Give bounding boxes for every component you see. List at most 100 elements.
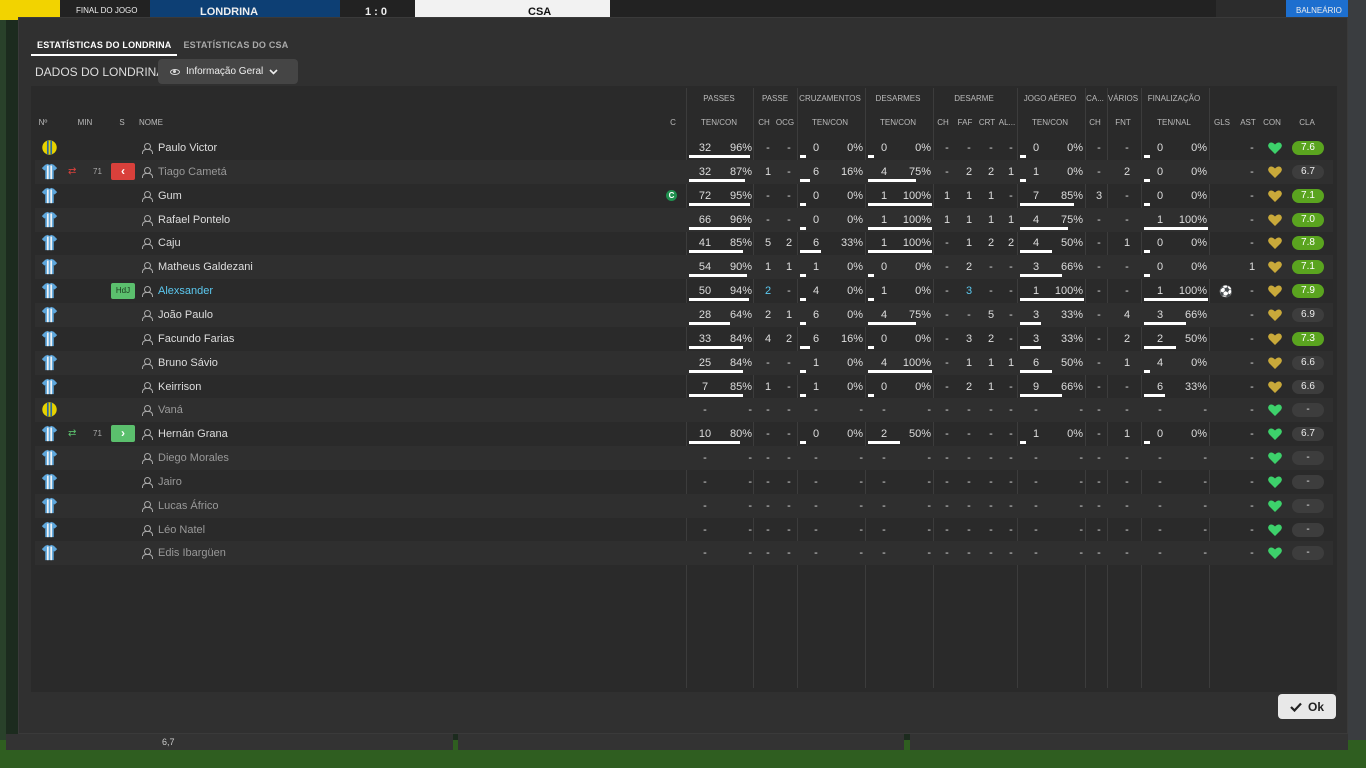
player-name[interactable]: João Paulo [158, 303, 458, 327]
player-name[interactable]: Facundo Farias [158, 327, 458, 351]
table-row[interactable]: Facundo Farias 33 84% 6 16% 0 0% 3 33% 2 50% 4 2-3 2-… [35, 327, 1333, 351]
table-row[interactable]: Matheus Galdezani 54 90% 1 0% 0 0% 3 66% 0 0% 1 1-2-… [35, 255, 1333, 280]
stat-cr-attempts: - [814, 547, 818, 560]
player-name[interactable]: Lucas Áfrico [158, 494, 458, 518]
table-row[interactable]: Jairo - - - - - - - - - - - - - - - - - - - - [35, 470, 1333, 494]
col-header-tackle-ch[interactable]: CH [934, 118, 952, 127]
stat-ae-attempts: 0 [1032, 142, 1040, 154]
player-name[interactable]: Edis Ibargüen [158, 541, 458, 565]
col-header-assists[interactable]: AST [1237, 118, 1259, 127]
stat-d-ch: - [945, 356, 949, 369]
stat-pass-percent: - [748, 452, 752, 465]
col-header-tackle-al[interactable]: AL... [997, 118, 1017, 127]
stat-d-crt: 2 [987, 332, 995, 345]
stat-ae-bar [1020, 226, 1068, 230]
stat-d-crt: - [989, 547, 993, 560]
table-row[interactable]: ⇄ 71 › Hernán Grana 10 80% 0 0% 2 50% 1 0% 0 0% - - - - - -… [35, 422, 1333, 446]
stat-p-ocg: 2 [785, 332, 793, 345]
player-name[interactable]: Keirrison [158, 375, 458, 399]
col-header-min[interactable]: MIN [75, 118, 95, 127]
stat-d-al: 1 [1007, 356, 1015, 369]
player-name[interactable]: Diego Morales [158, 446, 458, 470]
stat-d-ch: - [945, 452, 949, 465]
player-name[interactable]: Rafael Pontelo [158, 208, 458, 232]
condition-heart-icon [1268, 309, 1282, 321]
ok-button[interactable]: Ok [1278, 694, 1336, 719]
view-dropdown[interactable]: Informação Geral [158, 59, 298, 84]
stat-sh-percent: - [1203, 452, 1207, 465]
stat-d-al: - [1009, 308, 1013, 321]
player-name[interactable]: Léo Natel [158, 518, 458, 542]
table-row[interactable]: Gum C 72 95% 0 0% 1 100% 7 85% 0 0% - -1 1 1-3- -7.1 [35, 184, 1333, 208]
col-header-pass-ocg[interactable]: OCG [774, 118, 796, 127]
stat-sh-attempts: 0 [1156, 165, 1164, 178]
table-row[interactable]: Paulo Victor 32 96% 0 0% 0 0% 0 0% 0 0% - - - - - - - - -7.… [35, 136, 1333, 160]
player-name[interactable]: Vaná [158, 398, 458, 422]
stat-d-al: - [1009, 428, 1013, 441]
player-name[interactable]: Alexsander [158, 279, 458, 303]
player-name[interactable]: Gum [158, 184, 458, 208]
player-name[interactable]: Matheus Galdezani [158, 255, 458, 279]
locker-room-label[interactable]: BALNEÁRIO [1296, 6, 1342, 15]
player-profile-icon [142, 453, 153, 465]
col-header-number[interactable]: Nº [36, 118, 50, 127]
player-name[interactable]: Tiago Cametá [158, 160, 458, 184]
col-header-pass-ch[interactable]: CH [755, 118, 773, 127]
stat-p-ch: 2 [764, 308, 772, 321]
tab-csa-stats[interactable]: ESTATÍSTICAS DO CSA [177, 36, 294, 56]
col-header-fnt[interactable]: FNT [1111, 118, 1135, 127]
stat-fnt: - [1125, 523, 1129, 536]
outfield-kit-icon [41, 473, 58, 490]
player-name[interactable]: Bruno Sávio [158, 351, 458, 375]
table-row[interactable]: Léo Natel - - - - - - - - - - - - - - - - - - - - [35, 518, 1333, 542]
col-header-c[interactable]: C [668, 118, 678, 127]
tab-londrina-stats[interactable]: ESTATÍSTICAS DO LONDRINA [31, 36, 178, 56]
table-row[interactable]: Diego Morales - - - - - - - - - - - - - - - - - - - - [35, 446, 1333, 471]
stat-cr-bar [800, 202, 806, 206]
table-row[interactable]: Lucas Áfrico - - - - - - - - - - - - - - - - - - - - [35, 493, 1333, 518]
col-header-s[interactable]: S [117, 118, 127, 127]
stat-fnt: - [1125, 380, 1129, 393]
table-row[interactable]: Caju 41 85% 6 33% 1 100% 4 50% 0 0% 5 2-1 2 2-1-7.8 [35, 231, 1333, 255]
table-row[interactable]: Keirrison 7 85% 1 0% 0 0% 9 66% 6 33% 1- -2 1- - - -6.6 [35, 375, 1333, 399]
table-row[interactable]: Vaná - - - - - - - - - - - - - - - - - - - - [35, 398, 1333, 423]
stat-ast: - [1250, 189, 1254, 202]
stat-tk-attempts: - [882, 499, 886, 512]
player-profile-icon [142, 333, 153, 345]
col-header-passes[interactable]: TEN/CON [686, 118, 752, 127]
stat-p-ocg: - [787, 356, 791, 369]
outfield-kit-icon [41, 187, 58, 203]
stat-tk-bar [868, 321, 916, 325]
col-header-shots[interactable]: TEN/NAL [1141, 118, 1207, 127]
stat-ae-percent: 0% [1067, 165, 1083, 178]
col-header-goals[interactable]: GLS [1211, 118, 1233, 127]
player-name[interactable]: Caju [158, 231, 458, 255]
stat-tk-attempts: - [882, 475, 886, 488]
player-profile-icon [142, 405, 153, 417]
table-row[interactable]: Edis Ibargüen - - - - - - - - - - - - - - - - - - - - [35, 541, 1333, 566]
player-name[interactable]: Hernán Grana [158, 422, 458, 446]
col-header-tackle-faf[interactable]: FAF [954, 118, 976, 127]
col-header-aerial[interactable]: TEN/CON [1017, 118, 1083, 127]
stat-d-faf: 3 [965, 332, 973, 345]
table-row[interactable]: Rafael Pontelo 66 96% 0 0% 1 100% 4 75% 1 100% - -1 1… [35, 207, 1333, 232]
stat-fnt: 2 [1123, 165, 1131, 178]
col-header-cards-ch[interactable]: CH [1086, 118, 1104, 127]
col-header-rating[interactable]: CLA [1293, 118, 1321, 127]
stat-ae-attempts: - [1034, 523, 1038, 536]
stat-sh-percent: 0% [1191, 261, 1207, 274]
player-name[interactable]: Jairo [158, 470, 458, 494]
stat-p-ocg: - [787, 213, 791, 226]
col-header-crosses[interactable]: TEN/CON [797, 118, 863, 127]
player-name[interactable]: Paulo Victor [158, 136, 458, 160]
col-header-tackles[interactable]: TEN/CON [865, 118, 931, 127]
col-header-name[interactable]: NOME [139, 118, 169, 127]
table-row[interactable]: HdJ Alexsander 50 94% 4 0% 1 0% 1 100% 1 100% 2- -3- -… [35, 279, 1333, 303]
col-header-condition[interactable]: CON [1261, 118, 1283, 127]
stat-tk-bar [868, 369, 932, 373]
col-header-tackle-crt[interactable]: CRT [977, 118, 997, 127]
table-row[interactable]: ⇄ 71 ‹ Tiago Cametá 32 87% 6 16% 4 75% 1 0% 0 0% 1- -2 2… [35, 159, 1333, 184]
table-row[interactable]: João Paulo 28 64% 6 0% 4 75% 3 33% 3 66% 2 1- -5- -4-6… [35, 302, 1333, 327]
stat-d-faf: 1 [965, 356, 973, 369]
table-row[interactable]: Bruno Sávio 25 84% 1 0% 4 100% 6 50% 4 0% - - -1 1 1-1-… [35, 350, 1333, 375]
